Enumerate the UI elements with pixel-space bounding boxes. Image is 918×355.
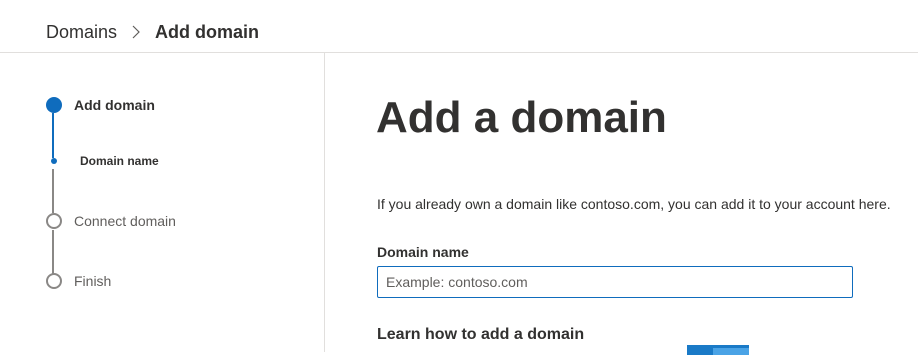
- page-header: Domains Add domain: [0, 0, 918, 53]
- wizard-steps-sidebar: Add domain Domain name Connect domain Fi…: [0, 53, 325, 352]
- step-label: Finish: [74, 273, 112, 289]
- step-pending-circle-icon: [46, 273, 62, 289]
- step-connector-completed: [52, 113, 54, 158]
- step-label: Domain name: [80, 154, 159, 168]
- domain-name-label: Domain name: [377, 244, 469, 260]
- main-content: Add a domain If you already own a domain…: [326, 53, 918, 355]
- step-finish: Finish: [46, 273, 111, 289]
- step-label: Add domain: [74, 97, 155, 113]
- step-pending-circle-icon: [46, 213, 62, 229]
- page-description: If you already own a domain like contoso…: [377, 196, 891, 212]
- step-label: Connect domain: [74, 213, 176, 229]
- step-connector: [52, 230, 54, 274]
- step-connector: [52, 169, 54, 213]
- breadcrumb-current: Add domain: [155, 22, 260, 42]
- breadcrumb: Domains Add domain: [46, 20, 259, 44]
- step-connect-domain: Connect domain: [46, 213, 176, 229]
- substep-dot-icon: [51, 158, 57, 164]
- page-title: Add a domain: [376, 93, 667, 142]
- chevron-right-icon: [132, 25, 140, 39]
- domain-name-input[interactable]: [377, 266, 853, 298]
- learn-section-heading: Learn how to add a domain: [377, 326, 585, 343]
- step-active-circle-icon: [46, 97, 62, 113]
- learn-video-thumbnail[interactable]: [687, 345, 749, 355]
- step-domain-name: Domain name: [46, 154, 159, 168]
- step-add-domain: Add domain: [46, 97, 155, 113]
- breadcrumb-domains-link[interactable]: Domains: [46, 20, 117, 44]
